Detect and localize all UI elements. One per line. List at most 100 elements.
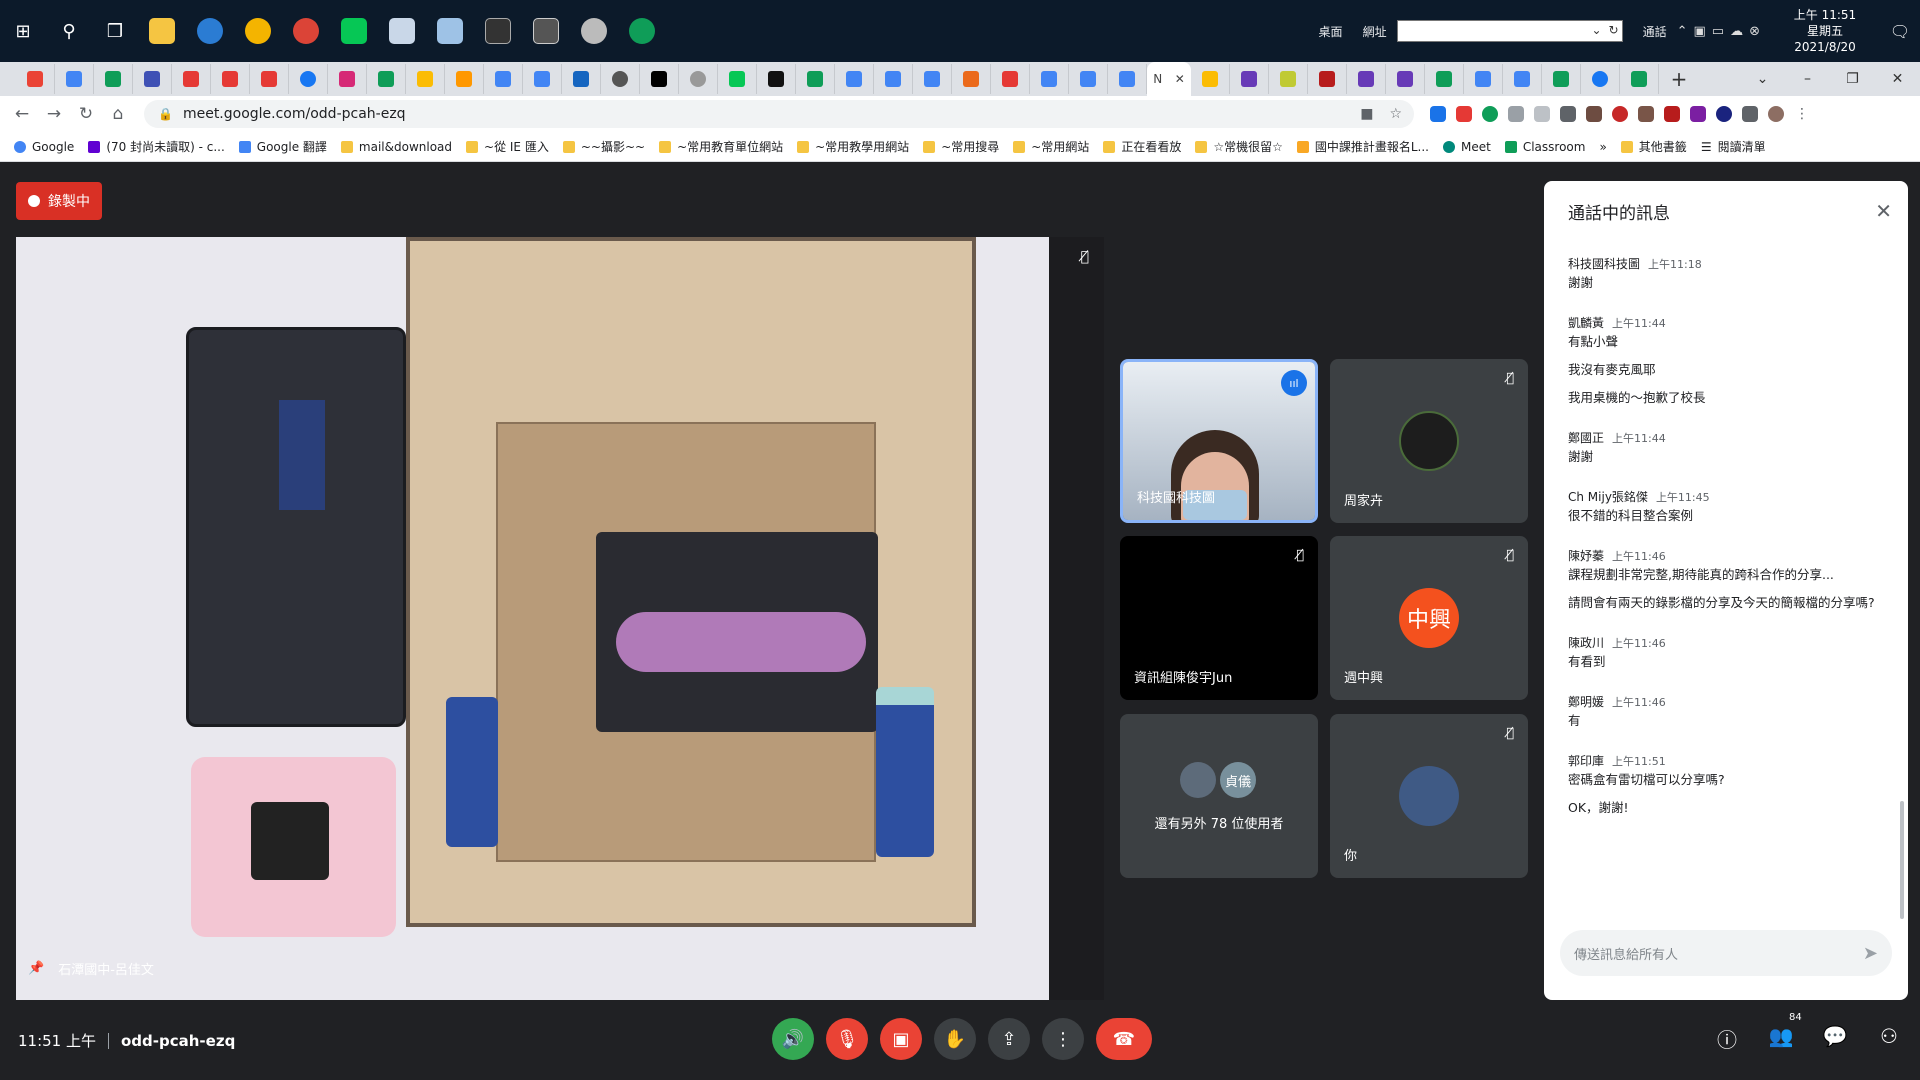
network-icon[interactable]: ▭ — [1712, 24, 1724, 39]
new-tab-button[interactable]: + — [1659, 67, 1699, 91]
extension-icon[interactable] — [1430, 106, 1446, 122]
notification-icon[interactable]: 🗨 — [1880, 22, 1920, 41]
close-window-icon[interactable]: ✕ — [1875, 71, 1920, 87]
lock-icon[interactable]: 🔒 — [158, 107, 173, 121]
tab-search-icon[interactable]: ⌄ — [1740, 71, 1785, 87]
recording-badge[interactable]: 錄製中 — [16, 182, 102, 220]
bookmark-classroom[interactable]: Classroom — [1504, 140, 1585, 154]
info-button[interactable]: ⓘ — [1712, 1024, 1742, 1053]
tab-active-meet[interactable]: N ✕ — [1147, 62, 1191, 96]
tab-office[interactable] — [952, 64, 991, 94]
tab-apple[interactable] — [679, 64, 718, 94]
tab-sheets-2[interactable] — [1542, 64, 1581, 94]
tab-docs-3[interactable] — [913, 64, 952, 94]
extension-icon[interactable] — [1664, 106, 1680, 122]
tab-facebook[interactable] — [289, 64, 328, 94]
tab-mail[interactable] — [133, 64, 172, 94]
chevron-down-icon[interactable]: ⌄ — [1592, 23, 1602, 37]
bookmark-folder[interactable]: ~常用教學用網站 — [797, 138, 909, 155]
camera-toggle-button[interactable]: ▣ — [880, 1018, 922, 1060]
bookmark-translate[interactable]: Google 翻譯 — [238, 138, 327, 155]
extension-icon[interactable] — [1586, 106, 1602, 122]
chrome-profile-icon[interactable] — [282, 9, 330, 53]
raise-hand-button[interactable]: ✋ — [934, 1018, 976, 1060]
star-icon[interactable]: ☆ — [1389, 106, 1402, 122]
send-icon[interactable]: ➤ — [1863, 943, 1878, 964]
tab-gmail[interactable] — [16, 64, 55, 94]
activities-button[interactable]: ⚇ — [1874, 1024, 1904, 1053]
chrome-alt-icon[interactable] — [618, 9, 666, 53]
notepad-icon[interactable] — [378, 9, 426, 53]
chevron-up-icon[interactable]: ⌃ — [1677, 24, 1688, 39]
bookmark-reading-list[interactable]: ☰ 閱讀清單 — [1701, 138, 1766, 155]
tab-forms-2[interactable] — [1347, 64, 1386, 94]
tab-forms-1[interactable] — [1230, 64, 1269, 94]
tab-orange[interactable] — [445, 64, 484, 94]
back-icon[interactable]: ← — [6, 104, 38, 124]
terminal-icon[interactable] — [474, 9, 522, 53]
extension-icon[interactable] — [1560, 106, 1576, 122]
tab-docs-2[interactable] — [874, 64, 913, 94]
participant-tile-more[interactable]: 貞儀 還有另外 78 位使用者 — [1120, 714, 1318, 878]
tab-tkb[interactable] — [1308, 64, 1347, 94]
extension-icon[interactable] — [1456, 106, 1472, 122]
bookmark-folder[interactable]: mail&download — [340, 140, 452, 154]
tab-globe[interactable] — [601, 64, 640, 94]
participant-tile-self[interactable]: 🎙̸ 你 — [1330, 714, 1528, 878]
film-reel-icon[interactable] — [570, 9, 618, 53]
leave-call-button[interactable]: ☎ — [1096, 1018, 1152, 1060]
chat-scrollbar[interactable] — [1900, 801, 1904, 919]
tab-docs-6[interactable] — [1108, 64, 1147, 94]
tab-docs-5[interactable] — [1069, 64, 1108, 94]
tab-instagram[interactable] — [328, 64, 367, 94]
home-icon[interactable]: ⌂ — [102, 104, 134, 124]
extension-icon[interactable] — [1638, 106, 1654, 122]
tab-docs-4[interactable] — [1030, 64, 1069, 94]
tab-red-2[interactable] — [211, 64, 250, 94]
task-view-icon[interactable]: ❒ — [92, 0, 138, 62]
tablet-icon[interactable]: ▣ — [1694, 24, 1706, 39]
puzzle-icon[interactable] — [1742, 106, 1758, 122]
tab-red-4[interactable] — [991, 64, 1030, 94]
tab-forms-3[interactable] — [1386, 64, 1425, 94]
menu-dots-icon[interactable]: ⋮ — [1794, 106, 1810, 122]
participant-tile[interactable]: 🎙̸ 周家卉 — [1330, 359, 1528, 523]
chrome-icon[interactable] — [234, 9, 282, 53]
tab-translate-3[interactable] — [1464, 64, 1503, 94]
search-icon[interactable]: ⚲ — [46, 0, 92, 62]
tab-calendar[interactable] — [55, 64, 94, 94]
bookmark-folder[interactable]: ~常用網站 — [1013, 138, 1089, 155]
people-button[interactable]: 👥 84 — [1766, 1012, 1805, 1053]
extension-icon[interactable] — [1508, 106, 1524, 122]
edge-icon[interactable] — [186, 9, 234, 53]
tab-docs-1[interactable] — [835, 64, 874, 94]
tab-slides[interactable] — [1191, 64, 1230, 94]
mic-toggle-button[interactable]: 🎙 — [826, 1018, 868, 1060]
snipping-icon[interactable] — [522, 9, 570, 53]
reload-icon[interactable]: ↻ — [70, 104, 102, 124]
tab-translate[interactable] — [484, 64, 523, 94]
bookmark-yahoo-mail[interactable]: (70 封尚未讀取) - c... — [88, 138, 225, 155]
bookmark-folder[interactable]: ~常用教育單位網站 — [659, 138, 783, 155]
close-circle-icon[interactable]: ⊗ — [1749, 24, 1760, 39]
pin-icon[interactable]: 📌 — [28, 961, 44, 976]
minimize-icon[interactable]: – — [1785, 71, 1830, 87]
url-bar[interactable]: 🔒 meet.google.com/odd-pcah-ezq ■ ☆ — [144, 100, 1414, 128]
bookmark-course[interactable]: 國中課推計畫報名L... — [1296, 138, 1429, 155]
address-toolbar-input[interactable]: ⌄ ↻ — [1396, 20, 1623, 42]
bookmarks-overflow-icon[interactable]: » — [1599, 140, 1606, 154]
profile-avatar[interactable] — [1768, 106, 1784, 122]
tab-line[interactable] — [718, 64, 757, 94]
participant-tile[interactable]: ııl 科技國科技圖 — [1120, 359, 1318, 523]
meeting-code[interactable]: odd-pcah-ezq — [121, 1032, 235, 1050]
camera-icon[interactable]: ■ — [1360, 106, 1373, 122]
cloud-icon[interactable]: ☁ — [1730, 24, 1743, 39]
tab-drive[interactable] — [94, 64, 133, 94]
participant-tile[interactable]: 🎙̸ 資訊組陳俊宇Jun — [1120, 536, 1318, 700]
bookmark-folder[interactable]: ~常用搜尋 — [923, 138, 999, 155]
close-icon[interactable]: ✕ — [1875, 199, 1892, 223]
speaker-button[interactable]: 🔊 — [772, 1018, 814, 1060]
tab-medium[interactable] — [640, 64, 679, 94]
chat-button[interactable]: 💬 — [1820, 1024, 1850, 1053]
extension-icon[interactable] — [1534, 106, 1550, 122]
